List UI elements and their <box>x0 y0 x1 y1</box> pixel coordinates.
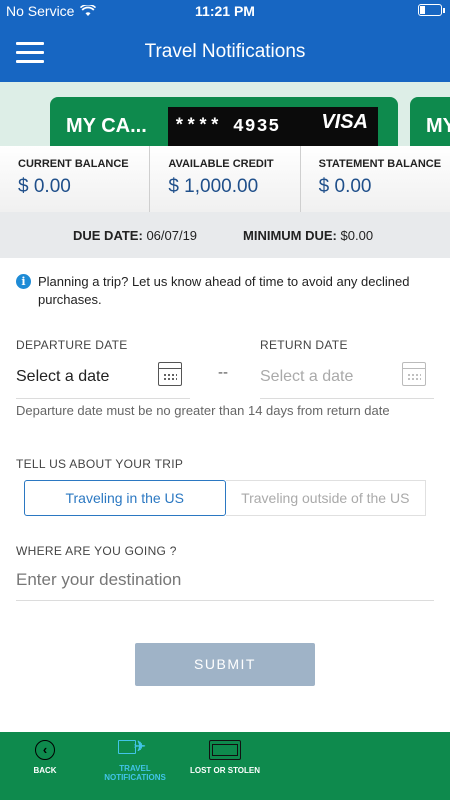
status-bar: No Service 11:21 PM <box>0 0 450 22</box>
submit-button[interactable]: SUBMIT <box>135 643 315 686</box>
departure-date-field[interactable]: Select a date <box>16 360 190 399</box>
balance-summary: CURRENT BALANCE $ 0.00 AVAILABLE CREDIT … <box>0 146 450 213</box>
destination-label: WHERE ARE YOU GOING ? <box>16 544 177 558</box>
info-message: i Planning a trip? Let us know ahead of … <box>16 273 436 309</box>
return-date-placeholder: Select a date <box>260 368 354 385</box>
calendar-icon[interactable] <box>158 362 182 386</box>
date-separator: -- <box>218 364 228 381</box>
card-name: MY CA... <box>66 115 147 137</box>
departure-date-value: Select a date <box>16 368 110 385</box>
departure-date-label: DEPARTURE DATE <box>16 338 128 352</box>
tab-travel-notifications[interactable]: ✈ TRAVEL NOTIFICATIONS <box>98 738 172 782</box>
return-date-field[interactable]: Select a date <box>260 360 434 399</box>
info-icon: i <box>16 274 31 289</box>
current-balance: CURRENT BALANCE $ 0.00 <box>0 146 151 212</box>
lost-card-icon <box>209 740 241 760</box>
available-credit: AVAILABLE CREDIT $ 1,000.00 <box>150 146 301 212</box>
date-hint: Departure date must be no greater than 1… <box>16 403 390 418</box>
balance-value: $ 0.00 <box>318 176 372 197</box>
due-date: DUE DATE: 06/07/19 <box>73 228 198 243</box>
tab-back[interactable]: ‹ BACK <box>25 740 65 775</box>
return-date-label: RETURN DATE <box>260 338 348 352</box>
bottom-tab-bar: ‹ BACK ✈ TRAVEL NOTIFICATIONS LOST OR ST… <box>0 732 450 800</box>
trip-type-toggle: Traveling in the US Traveling outside of… <box>24 480 426 516</box>
visa-logo: VISA <box>321 111 368 133</box>
card-name: MY <box>426 115 450 137</box>
balance-value: $ 0.00 <box>18 176 71 197</box>
tab-label: BACK <box>33 766 57 775</box>
traveling-outside-us-option[interactable]: Traveling outside of the US <box>225 480 426 516</box>
tab-label: LOST OR STOLEN <box>189 766 261 775</box>
travel-card-icon: ✈ <box>118 738 152 758</box>
balance-value: $ 1,000.00 <box>168 176 259 197</box>
calendar-icon[interactable] <box>402 362 426 386</box>
battery-icon <box>418 4 445 16</box>
tab-label: TRAVEL NOTIFICATIONS <box>104 764 166 782</box>
destination-input[interactable]: Enter your destination <box>16 562 434 601</box>
destination-placeholder: Enter your destination <box>16 570 182 589</box>
page-title: Travel Notifications <box>144 41 306 62</box>
minimum-due: MINIMUM DUE: $0.00 <box>243 228 374 243</box>
status-time: 11:21 PM <box>195 3 255 19</box>
balance-label: STATEMENT BALANCE <box>318 158 442 170</box>
statement-balance: STATEMENT BALANCE $ 0.00 <box>301 146 450 212</box>
traveling-in-us-option[interactable]: Traveling in the US <box>24 480 226 516</box>
credit-card-next[interactable]: MY <box>410 97 450 146</box>
trip-type-label: TELL US ABOUT YOUR TRIP <box>16 457 184 471</box>
credit-card[interactable]: MY CA... **** 4935 VISA <box>50 97 398 146</box>
balance-label: AVAILABLE CREDIT <box>168 158 274 170</box>
info-text: Planning a trip? Let us know ahead of ti… <box>38 274 410 307</box>
back-arrow-icon: ‹ <box>35 740 55 760</box>
card-number: **** 4935 <box>174 117 281 137</box>
card-carousel[interactable]: MY CA... **** 4935 VISA MY <box>0 82 450 146</box>
due-info-bar: DUE DATE: 06/07/19 MINIMUM DUE: $0.00 <box>0 212 450 258</box>
balance-label: CURRENT BALANCE <box>18 158 129 170</box>
nav-bar: Travel Notifications <box>0 22 450 82</box>
tab-lost-or-stolen[interactable]: LOST OR STOLEN <box>183 740 267 775</box>
